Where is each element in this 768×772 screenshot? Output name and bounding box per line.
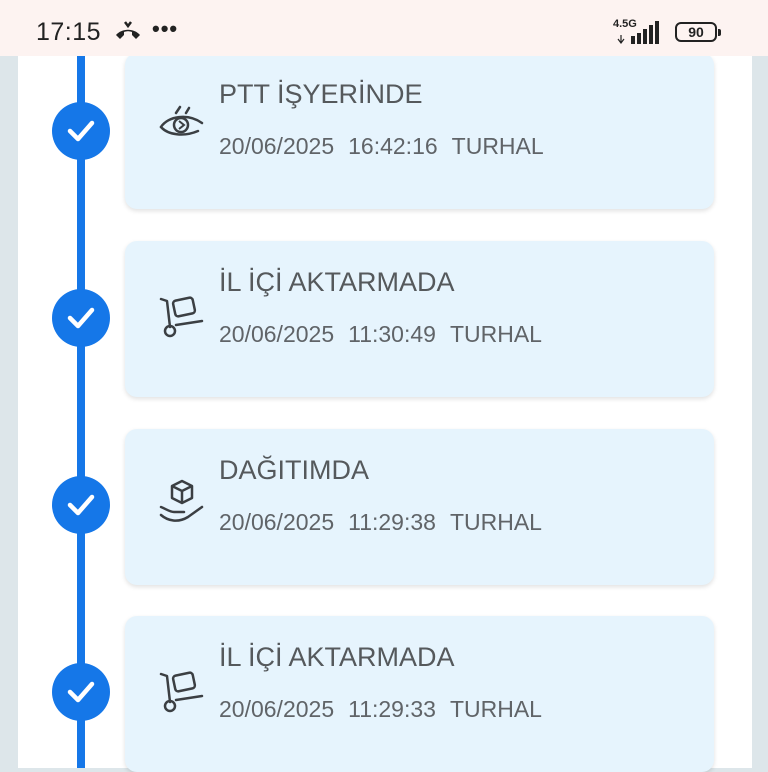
- event-date: 20/06/2025: [219, 133, 335, 159]
- timeline-line: [77, 56, 85, 768]
- event-date: 20/06/2025: [219, 509, 335, 535]
- phone-call-icon: [116, 21, 140, 39]
- hand-truck-icon: [159, 296, 204, 338]
- event-location: TURHAL: [449, 509, 542, 535]
- status-bar: 17:15 ••• 4.5G 90: [0, 0, 768, 56]
- event-status: İL İÇİ AKTARMADA: [219, 267, 455, 297]
- timeline-check-icon: [52, 476, 110, 534]
- event-location: TURHAL: [449, 696, 542, 722]
- event-status: PTT İŞYERİNDE: [219, 79, 423, 109]
- event-time: 16:42:16: [348, 133, 438, 159]
- tracking-event-card[interactable]: İL İÇİ AKTARMADA 20/06/2025 11:30:49 TURHA…: [125, 241, 714, 397]
- signal-bars-icon: [617, 21, 659, 44]
- timeline-check-icon: [52, 663, 110, 721]
- hand-truck-icon: [159, 671, 204, 713]
- tracking-event-card[interactable]: DAĞITIMDA 20/06/2025 11:29:38 TURHAL: [125, 429, 714, 585]
- eye-icon: [159, 105, 204, 136]
- timeline-check-icon: [52, 102, 110, 160]
- battery-icon: 90: [675, 22, 721, 42]
- event-location: TURHAL: [451, 133, 544, 159]
- event-time: 11:29:38: [348, 509, 436, 535]
- package-hand-icon: [159, 479, 204, 522]
- timeline-check-icon: [52, 289, 110, 347]
- tracking-event-card[interactable]: İL İÇİ AKTARMADA 20/06/2025 11:29:33 TURHA…: [125, 616, 714, 772]
- battery-level: 90: [688, 24, 704, 40]
- event-details: 20/06/2025 11:29:38 TURHAL: [219, 509, 556, 536]
- event-details: 20/06/2025 16:42:16 TURHAL: [219, 133, 558, 160]
- event-status: İL İÇİ AKTARMADA: [219, 642, 455, 672]
- tracking-event-card[interactable]: PTT İŞYERİNDE 20/06/2025 16:42:16 TURHAL: [125, 53, 714, 209]
- network-signal: 4.5G: [613, 18, 665, 46]
- event-details: 20/06/2025 11:30:49 TURHAL: [219, 321, 556, 348]
- event-time: 11:30:49: [348, 321, 436, 347]
- event-date: 20/06/2025: [219, 696, 335, 722]
- event-details: 20/06/2025 11:29:33 TURHAL: [219, 696, 556, 723]
- event-status: DAĞITIMDA: [219, 455, 370, 485]
- status-time: 17:15: [36, 18, 102, 46]
- event-date: 20/06/2025: [219, 321, 335, 347]
- more-notifications-icon: •••: [152, 16, 179, 41]
- event-location: TURHAL: [449, 321, 542, 347]
- event-time: 11:29:33: [348, 696, 436, 722]
